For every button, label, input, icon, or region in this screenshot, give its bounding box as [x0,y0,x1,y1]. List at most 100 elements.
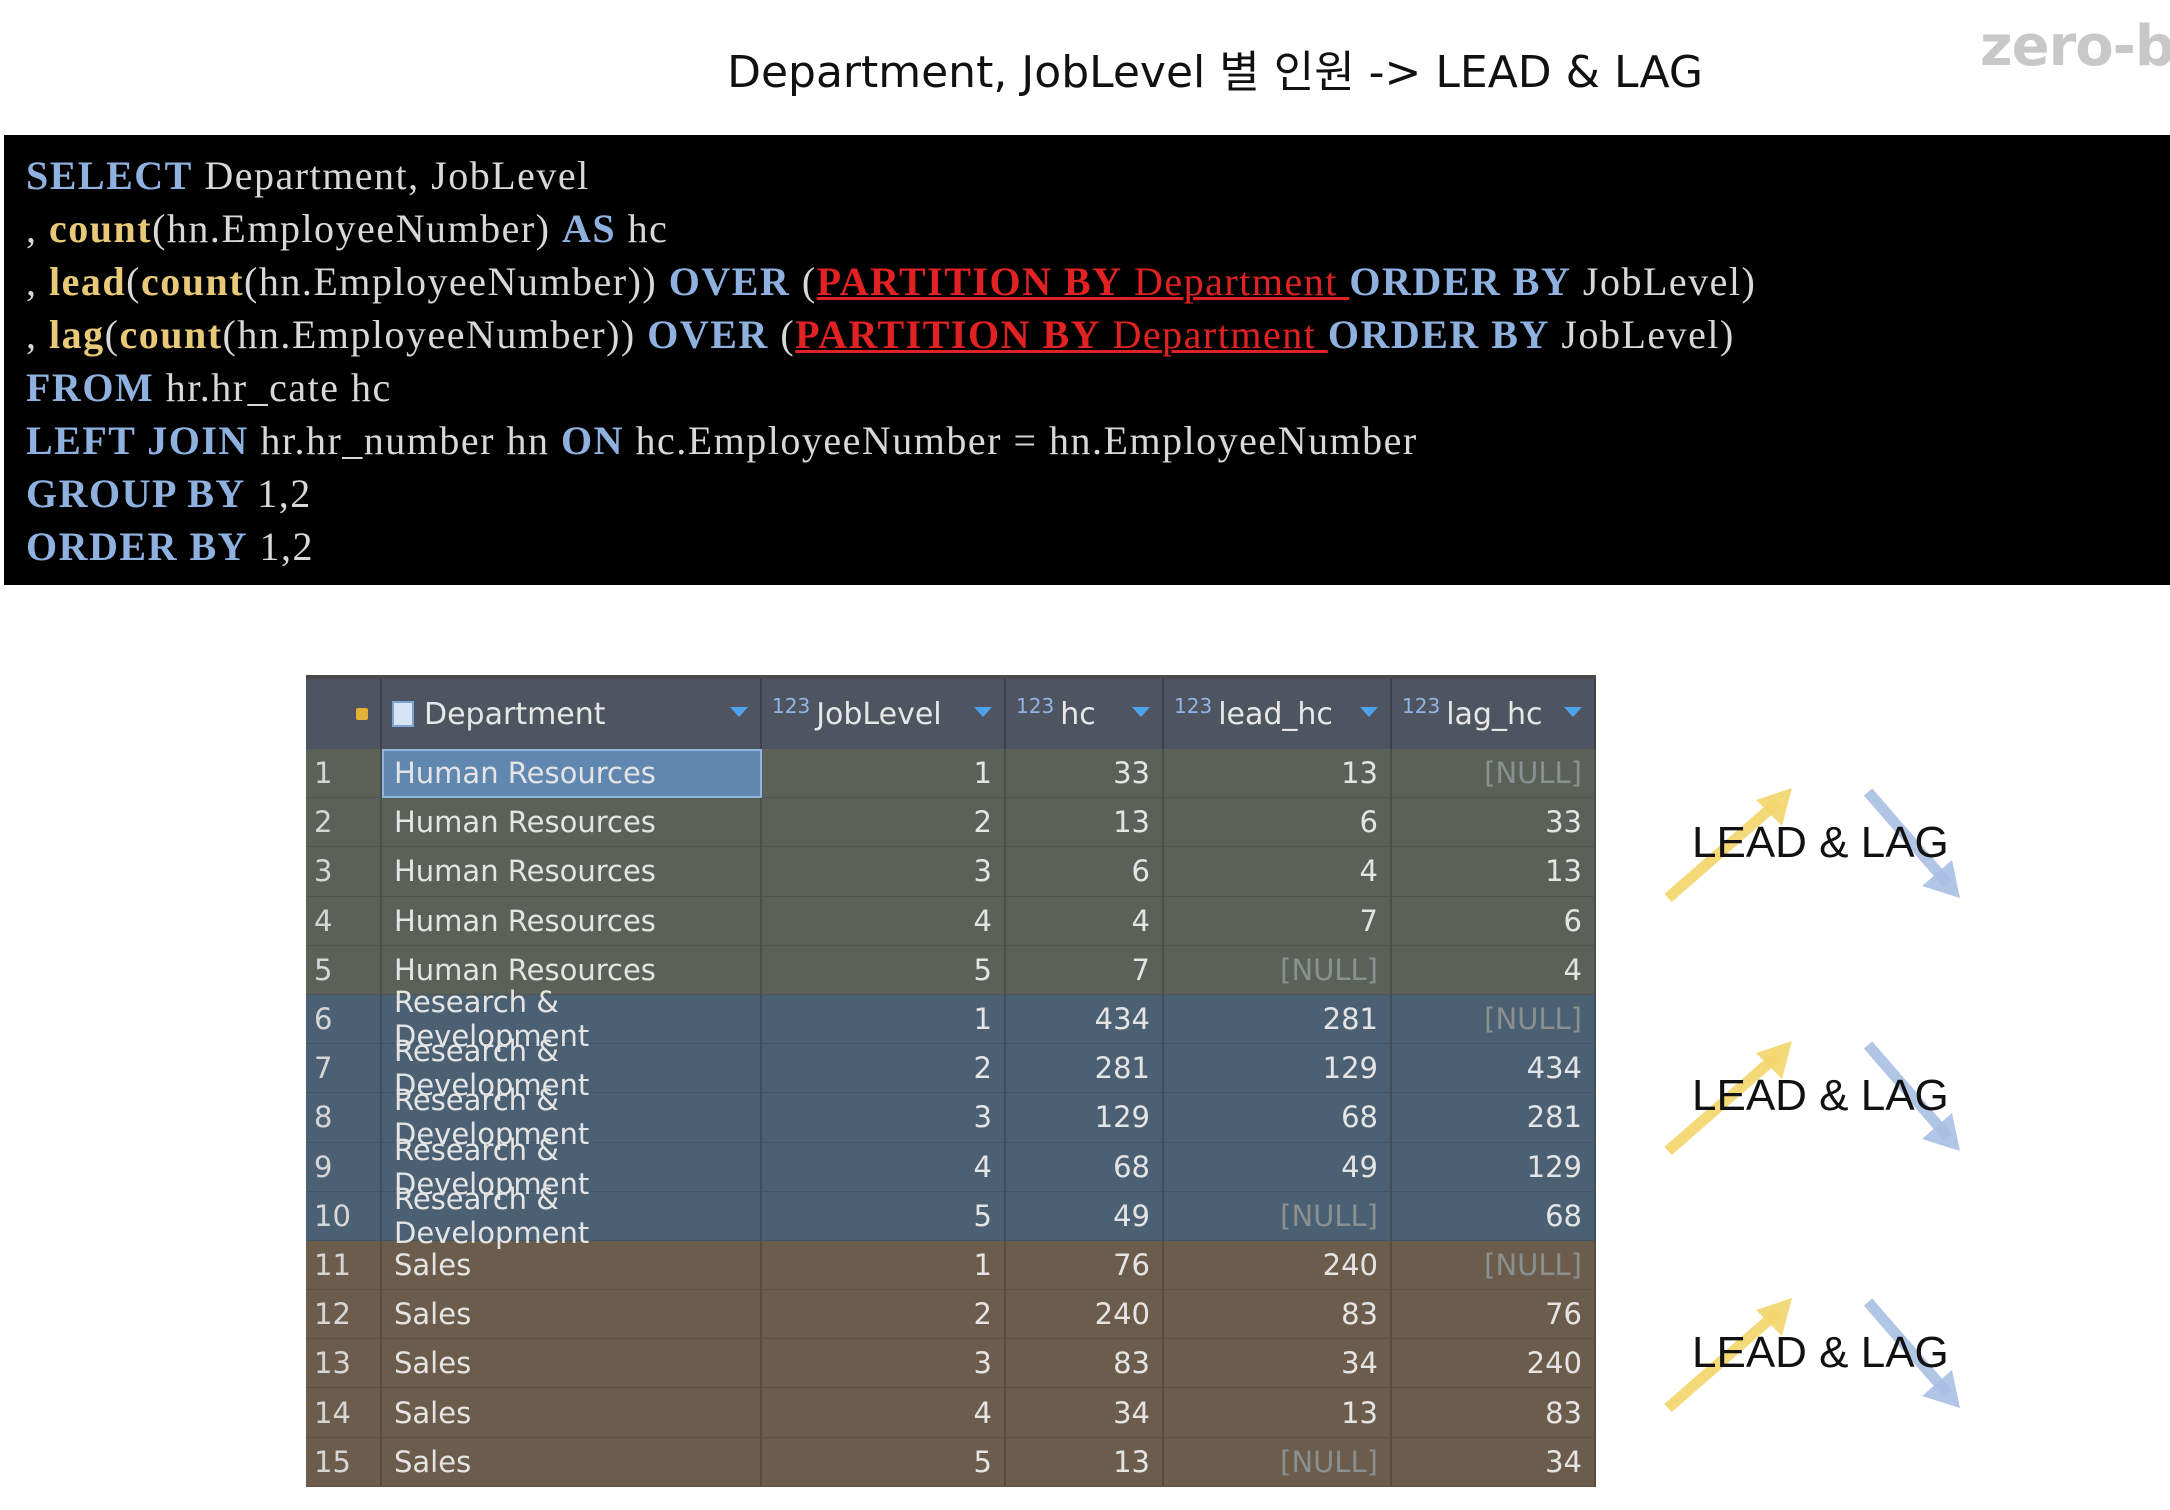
table-row[interactable]: 15 Sales 5 13 [NULL] 34 [306,1437,1596,1487]
cell-department[interactable]: Sales [382,1437,762,1487]
table-row[interactable]: 13 Sales 3 83 34 240 [306,1339,1596,1389]
cell-lead-hc[interactable]: [NULL] [1164,1437,1392,1487]
row-number[interactable]: 6 [306,994,382,1045]
cell-lead-hc[interactable]: 13 [1164,1388,1392,1438]
cell-hc[interactable]: 76 [1006,1240,1164,1291]
cell-hc[interactable]: 34 [1006,1388,1164,1438]
sort-dropdown-icon[interactable] [1564,707,1582,717]
row-number[interactable]: 4 [306,896,382,946]
cell-hc[interactable]: 4 [1006,896,1164,946]
table-row[interactable]: 14 Sales 4 34 13 83 [306,1388,1596,1438]
cell-joblevel[interactable]: 5 [762,1437,1006,1487]
cell-lag-hc[interactable]: 76 [1392,1290,1596,1340]
cell-lag-hc[interactable]: 129 [1392,1142,1596,1192]
cell-department[interactable]: Human Resources [382,847,762,897]
cell-lead-hc[interactable]: 7 [1164,896,1392,946]
cell-lead-hc[interactable]: 34 [1164,1339,1392,1389]
cell-lead-hc[interactable]: 6 [1164,798,1392,848]
cell-hc[interactable]: 13 [1006,1437,1164,1487]
cell-lag-hc[interactable]: 4 [1392,945,1596,995]
cell-joblevel[interactable]: 1 [762,749,1006,799]
cell-lag-hc[interactable]: 240 [1392,1339,1596,1389]
row-number[interactable]: 11 [306,1240,382,1291]
table-row[interactable]: 10 Research & Development 5 49 [NULL] 68 [306,1182,1596,1250]
cell-joblevel[interactable]: 3 [762,847,1006,897]
cell-joblevel[interactable]: 5 [762,1191,1006,1241]
row-number[interactable]: 1 [306,749,382,799]
cell-joblevel[interactable]: 1 [762,1240,1006,1291]
row-number[interactable]: 15 [306,1437,382,1487]
table-row[interactable]: 1 Human Resources 1 33 13 [NULL] [306,749,1596,799]
cell-hc[interactable]: 83 [1006,1339,1164,1389]
table-row[interactable]: 2 Human Resources 2 13 6 33 [306,798,1596,848]
cell-department[interactable]: Human Resources [382,749,762,799]
cell-lag-hc[interactable]: 6 [1392,896,1596,946]
cell-hc[interactable]: 240 [1006,1290,1164,1340]
cell-lead-hc[interactable]: [NULL] [1164,1191,1392,1241]
cell-joblevel[interactable]: 5 [762,945,1006,995]
cell-joblevel[interactable]: 3 [762,1339,1006,1389]
table-row[interactable]: 4 Human Resources 4 4 7 6 [306,896,1596,946]
cell-joblevel[interactable]: 3 [762,1093,1006,1143]
cell-hc[interactable]: 49 [1006,1191,1164,1241]
cell-lag-hc[interactable]: [NULL] [1392,1240,1596,1291]
row-number[interactable]: 5 [306,945,382,995]
cell-hc[interactable]: 129 [1006,1093,1164,1143]
column-header-lead-hc[interactable]: 123 lead_hc [1164,679,1392,749]
cell-lead-hc[interactable]: 4 [1164,847,1392,897]
column-header-hc[interactable]: 123 hc [1006,679,1164,749]
cell-lag-hc[interactable]: 281 [1392,1093,1596,1143]
row-number[interactable]: 2 [306,798,382,848]
table-row[interactable]: 12 Sales 2 240 83 76 [306,1290,1596,1340]
cell-hc[interactable]: 13 [1006,798,1164,848]
row-number[interactable]: 9 [306,1142,382,1192]
cell-lag-hc[interactable]: 34 [1392,1437,1596,1487]
cell-lead-hc[interactable]: [NULL] [1164,945,1392,995]
cell-joblevel[interactable]: 2 [762,798,1006,848]
column-header-department[interactable]: Department [382,679,762,749]
cell-joblevel[interactable]: 1 [762,994,1006,1045]
sort-dropdown-icon[interactable] [974,707,992,717]
cell-joblevel[interactable]: 2 [762,1290,1006,1340]
cell-hc[interactable]: 68 [1006,1142,1164,1192]
cell-lead-hc[interactable]: 240 [1164,1240,1392,1291]
cell-joblevel[interactable]: 4 [762,896,1006,946]
row-number[interactable]: 14 [306,1388,382,1438]
cell-lead-hc[interactable]: 13 [1164,749,1392,799]
column-header-lag-hc[interactable]: 123 lag_hc [1392,679,1596,749]
cell-joblevel[interactable]: 4 [762,1142,1006,1192]
cell-hc[interactable]: 6 [1006,847,1164,897]
row-number-header[interactable] [306,679,382,749]
cell-lead-hc[interactable]: 281 [1164,994,1392,1045]
cell-lead-hc[interactable]: 68 [1164,1093,1392,1143]
row-number[interactable]: 13 [306,1339,382,1389]
cell-lag-hc[interactable]: 434 [1392,1044,1596,1094]
cell-joblevel[interactable]: 2 [762,1044,1006,1094]
cell-department[interactable]: Sales [382,1388,762,1438]
cell-hc[interactable]: 434 [1006,994,1164,1045]
cell-joblevel[interactable]: 4 [762,1388,1006,1438]
sort-dropdown-icon[interactable] [1132,707,1150,717]
cell-hc[interactable]: 281 [1006,1044,1164,1094]
cell-department[interactable]: Sales [382,1339,762,1389]
cell-department[interactable]: Sales [382,1290,762,1340]
table-row[interactable]: 3 Human Resources 3 6 4 13 [306,847,1596,897]
cell-lag-hc[interactable]: 33 [1392,798,1596,848]
cell-department[interactable]: Human Resources [382,896,762,946]
row-number[interactable]: 10 [306,1191,382,1241]
cell-hc[interactable]: 33 [1006,749,1164,799]
row-number[interactable]: 8 [306,1093,382,1143]
cell-lead-hc[interactable]: 83 [1164,1290,1392,1340]
cell-lag-hc[interactable]: 13 [1392,847,1596,897]
cell-lag-hc[interactable]: [NULL] [1392,749,1596,799]
cell-lead-hc[interactable]: 49 [1164,1142,1392,1192]
cell-hc[interactable]: 7 [1006,945,1164,995]
cell-lag-hc[interactable]: 83 [1392,1388,1596,1438]
row-number[interactable]: 7 [306,1044,382,1094]
cell-department[interactable]: Research & Development [382,1182,762,1250]
cell-department[interactable]: Sales [382,1240,762,1291]
sort-dropdown-icon[interactable] [730,707,748,717]
table-row[interactable]: 11 Sales 1 76 240 [NULL] [306,1240,1596,1291]
cell-lead-hc[interactable]: 129 [1164,1044,1392,1094]
row-number[interactable]: 12 [306,1290,382,1340]
